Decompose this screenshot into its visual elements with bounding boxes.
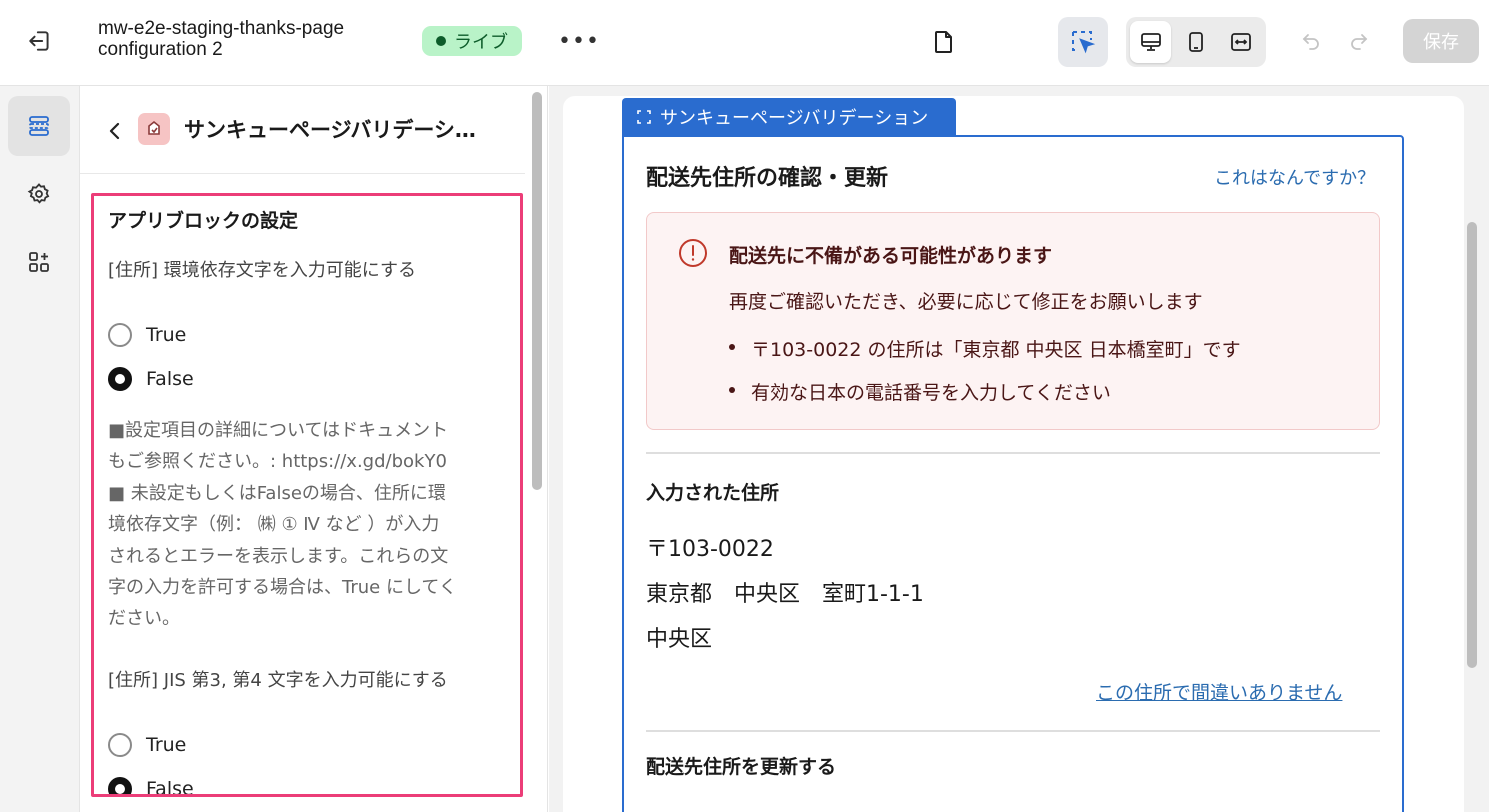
inspector-toggle-button[interactable] <box>1058 17 1108 67</box>
address-line: 東京都 中央区 室町1-1-1 <box>646 582 924 607</box>
radio-label: True <box>146 324 187 346</box>
section-title: アプリブロックの設定 <box>108 210 299 232</box>
radio-button[interactable] <box>108 732 132 757</box>
help-link[interactable]: これはなんですか？ <box>1214 164 1375 190</box>
rail-sections-button[interactable] <box>8 96 70 156</box>
page-select-button[interactable] <box>926 24 962 60</box>
select-cursor-icon <box>1070 29 1096 55</box>
redo-icon <box>1348 30 1370 52</box>
rail-apps-button[interactable] <box>8 232 70 292</box>
radio-label: True <box>146 733 187 756</box>
preview-scrollbar[interactable] <box>1467 222 1477 668</box>
live-dot-icon <box>436 36 446 46</box>
block-tag-label: サンキューページバリデーション <box>660 108 929 129</box>
alert-subtitle: 再度ご確認いただき、必要に応じて修正をお願いします <box>729 291 1203 313</box>
desktop-view-button[interactable] <box>1130 21 1172 63</box>
mobile-view-button[interactable] <box>1175 21 1216 63</box>
chevron-left-icon <box>108 121 122 141</box>
confirm-address-link[interactable]: この住所で間違いありません <box>1096 678 1342 705</box>
radio-option-false[interactable]: False <box>108 767 506 797</box>
divider <box>646 730 1380 732</box>
undo-button[interactable] <box>1296 26 1326 56</box>
back-button[interactable] <box>102 116 128 146</box>
save-button[interactable]: 保存 <box>1403 19 1479 63</box>
settings-panel: サンキューページバリデーシ… アプリブロックの設定 [住所] 環境依存文字を入力… <box>80 86 548 812</box>
selected-block-tag[interactable]: サンキューページバリデーション <box>622 98 956 136</box>
radio-button[interactable] <box>108 323 132 347</box>
more-options-button[interactable]: ••• <box>558 24 599 58</box>
rail-settings-button[interactable] <box>8 164 70 224</box>
fullwidth-icon <box>1230 31 1252 53</box>
alert-list-item: 〒103-0022 の住所は「東京都 中央区 日本橋室町」です <box>729 335 1241 378</box>
radio-option-true[interactable]: True <box>108 313 506 357</box>
radio-button-selected[interactable] <box>108 776 132 794</box>
panel-header: サンキューページバリデーシ… <box>80 86 525 174</box>
address-line: 〒103-0022 <box>646 537 774 562</box>
left-rail <box>0 86 80 812</box>
alert-title: 配送先に不備がある可能性があります <box>729 245 1053 267</box>
panel-title: サンキューページバリデーシ… <box>184 118 476 142</box>
address-line: 中央区 <box>646 627 713 652</box>
radio-option-false[interactable]: False <box>108 357 506 401</box>
undo-icon <box>1300 30 1322 52</box>
more-dots-icon: ••• <box>558 28 600 54</box>
card-title: 配送先住所の確認・更新 <box>646 166 889 191</box>
block-select-icon <box>636 109 652 125</box>
alert-circle-icon <box>677 237 709 269</box>
fullwidth-view-button[interactable] <box>1221 21 1262 63</box>
alert-list: 〒103-0022 の住所は「東京都 中央区 日本橋室町」です 有効な日本の電話… <box>729 335 1241 421</box>
exit-icon <box>27 28 53 54</box>
radio-label: False <box>146 368 194 390</box>
status-badge: ライブ <box>422 26 522 56</box>
status-badge-label: ライブ <box>454 32 508 53</box>
setting-help-text: ■設定項目の詳細についてはドキュメント もご参照ください。: https://x… <box>108 420 457 630</box>
gear-icon <box>27 182 51 206</box>
panel-scrollbar[interactable] <box>532 92 542 490</box>
validation-alert: 配送先に不備がある可能性があります 再度ご確認いただき、必要に応じて修正をお願い… <box>646 212 1380 430</box>
page-icon <box>932 29 956 55</box>
theme-title: mw-e2e-staging-thanks-page configuration… <box>98 18 345 60</box>
setting-label: [住所] JIS 第3, 第4 文字を入力可能にする <box>108 669 448 691</box>
top-bar: mw-e2e-staging-thanks-page configuration… <box>0 0 1489 86</box>
device-toggle-group <box>1126 17 1266 67</box>
redo-button[interactable] <box>1344 26 1374 56</box>
exit-button[interactable] <box>22 26 58 56</box>
radio-label: False <box>146 777 194 797</box>
entered-address-heading: 入力された住所 <box>646 482 780 504</box>
sections-icon <box>27 114 51 138</box>
divider <box>646 452 1380 454</box>
radio-button-selected[interactable] <box>108 367 132 391</box>
app-logo-icon <box>138 113 170 145</box>
apps-icon <box>27 250 51 274</box>
mobile-icon <box>1187 31 1205 53</box>
alert-list-item: 有効な日本の電話番号を入力してください <box>729 378 1241 421</box>
radio-option-true[interactable]: True <box>108 723 506 767</box>
setting-label: [住所] 環境依存文字を入力可能にする <box>108 260 416 281</box>
update-address-heading: 配送先住所を更新する <box>646 756 837 778</box>
desktop-icon <box>1140 31 1162 53</box>
app-block-settings: アプリブロックの設定 [住所] 環境依存文字を入力可能にする True Fals… <box>91 193 523 797</box>
